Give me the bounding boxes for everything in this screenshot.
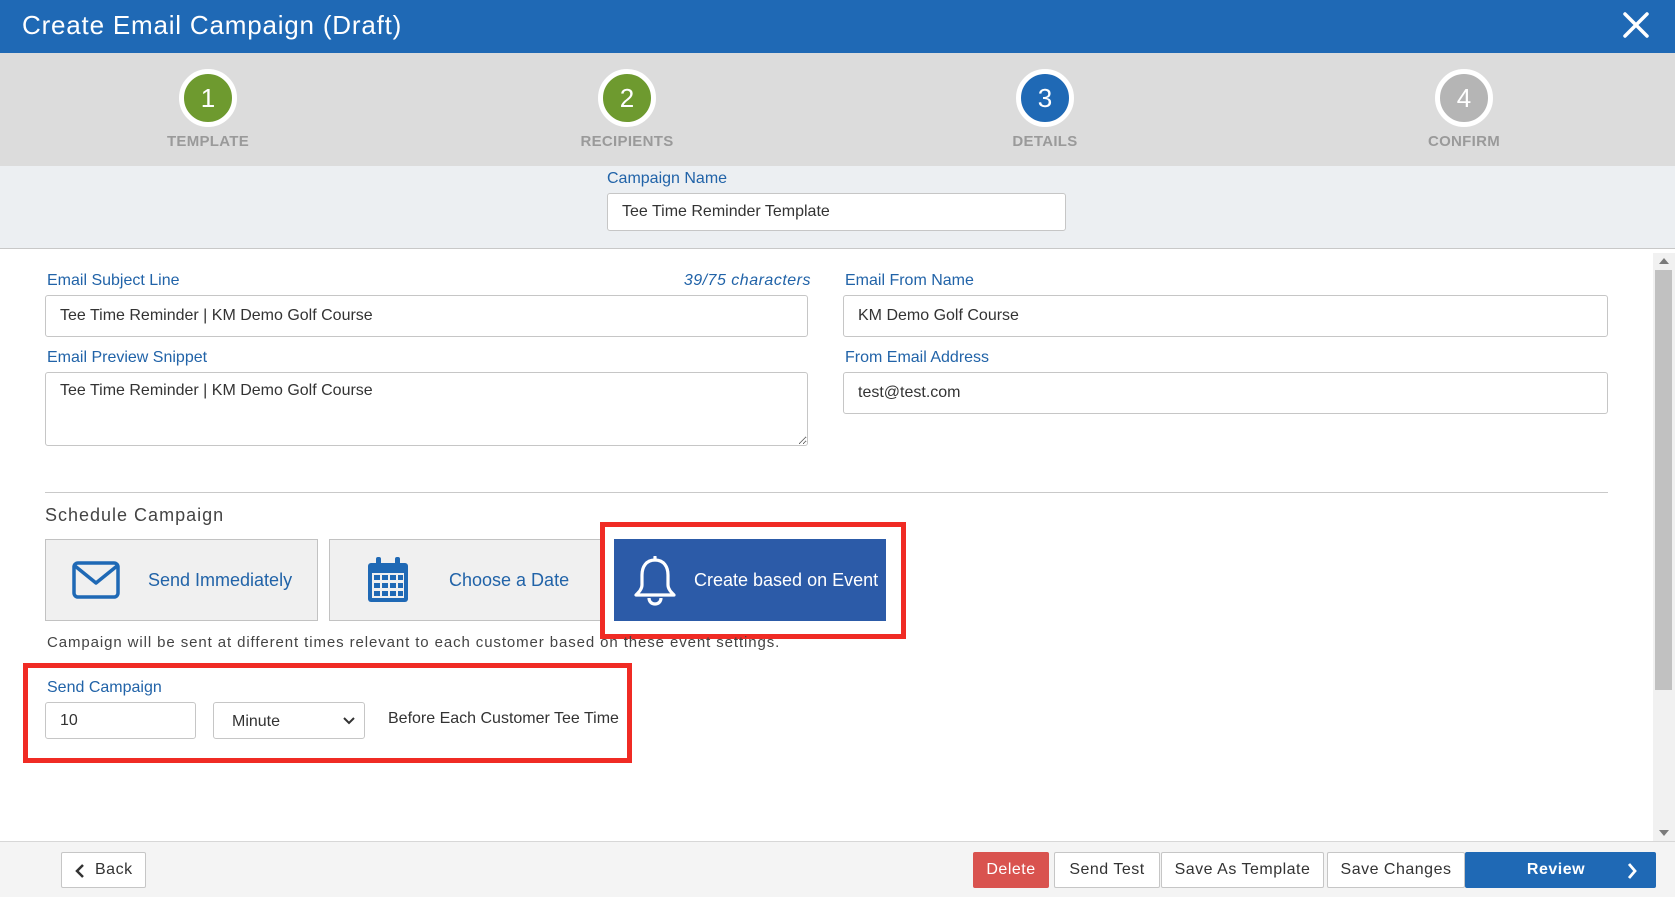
modal-title: Create Email Campaign (Draft) bbox=[22, 10, 403, 40]
highlight-box-send-settings bbox=[23, 663, 632, 763]
delete-button[interactable]: Delete bbox=[973, 852, 1049, 888]
step-label: CONFIRM bbox=[1427, 133, 1501, 150]
step-label: TEMPLATE bbox=[166, 133, 250, 150]
envelope-icon bbox=[72, 561, 120, 599]
step-confirm[interactable]: 4 CONFIRM bbox=[1354, 69, 1574, 150]
schedule-section-title: Schedule Campaign bbox=[45, 505, 225, 525]
close-icon[interactable] bbox=[1621, 10, 1651, 40]
step-number-badge: 3 bbox=[1016, 69, 1074, 127]
campaign-name-input[interactable] bbox=[607, 193, 1066, 231]
preview-snippet-label: Email Preview Snippet bbox=[47, 349, 208, 366]
highlight-box-event-option bbox=[600, 522, 906, 639]
section-divider bbox=[45, 492, 1608, 493]
content-scrollbar[interactable] bbox=[1653, 253, 1675, 841]
send-immediately-button[interactable]: Send Immediately bbox=[45, 539, 318, 621]
from-name-label: Email From Name bbox=[845, 272, 974, 289]
campaign-name-bar: Campaign Name bbox=[0, 166, 1675, 249]
step-label: DETAILS bbox=[1012, 133, 1078, 150]
step-number-badge: 1 bbox=[179, 69, 237, 127]
review-button-label: Review bbox=[1526, 861, 1586, 878]
scroll-down-arrow-icon[interactable] bbox=[1659, 830, 1669, 836]
preview-snippet-textarea[interactable]: Tee Time Reminder | KM Demo Golf Course bbox=[45, 372, 808, 446]
chevron-left-icon bbox=[75, 864, 84, 878]
step-details[interactable]: 3 DETAILS bbox=[935, 69, 1155, 150]
wizard-stepper: 1 TEMPLATE 2 RECIPIENTS 3 DETAILS 4 CONF… bbox=[0, 53, 1675, 166]
subject-character-counter: 39/75 characters bbox=[683, 272, 811, 289]
modal-header: Create Email Campaign (Draft) bbox=[0, 0, 1675, 53]
review-button[interactable]: Review bbox=[1465, 852, 1656, 888]
back-button-label: Back bbox=[95, 861, 133, 878]
save-changes-button[interactable]: Save Changes bbox=[1327, 852, 1465, 888]
send-immediately-label: Send Immediately bbox=[148, 570, 293, 590]
send-test-button[interactable]: Send Test bbox=[1054, 852, 1160, 888]
scrollbar-thumb[interactable] bbox=[1655, 270, 1672, 690]
subject-line-label: Email Subject Line bbox=[47, 272, 180, 289]
step-template[interactable]: 1 TEMPLATE bbox=[98, 69, 318, 150]
from-email-input[interactable] bbox=[843, 372, 1608, 414]
scroll-up-arrow-icon[interactable] bbox=[1659, 258, 1669, 264]
step-number-badge: 2 bbox=[598, 69, 656, 127]
save-as-template-button[interactable]: Save As Template bbox=[1161, 852, 1324, 888]
choose-date-button[interactable]: Choose a Date bbox=[329, 539, 602, 621]
step-label: RECIPIENTS bbox=[580, 133, 674, 150]
step-number-badge: 4 bbox=[1435, 69, 1493, 127]
from-email-label: From Email Address bbox=[845, 349, 990, 366]
back-button[interactable]: Back bbox=[61, 852, 146, 888]
calendar-icon bbox=[368, 557, 408, 602]
subject-line-input[interactable] bbox=[45, 295, 808, 337]
from-name-input[interactable] bbox=[843, 295, 1608, 337]
choose-date-label: Choose a Date bbox=[449, 570, 570, 590]
modal-footer: Back Delete Send Test Save As Template S… bbox=[0, 841, 1675, 897]
chevron-right-icon bbox=[1627, 863, 1637, 879]
campaign-name-label: Campaign Name bbox=[607, 170, 728, 187]
schedule-hint-text: Campaign will be sent at different times… bbox=[47, 634, 781, 651]
step-recipients[interactable]: 2 RECIPIENTS bbox=[517, 69, 737, 150]
